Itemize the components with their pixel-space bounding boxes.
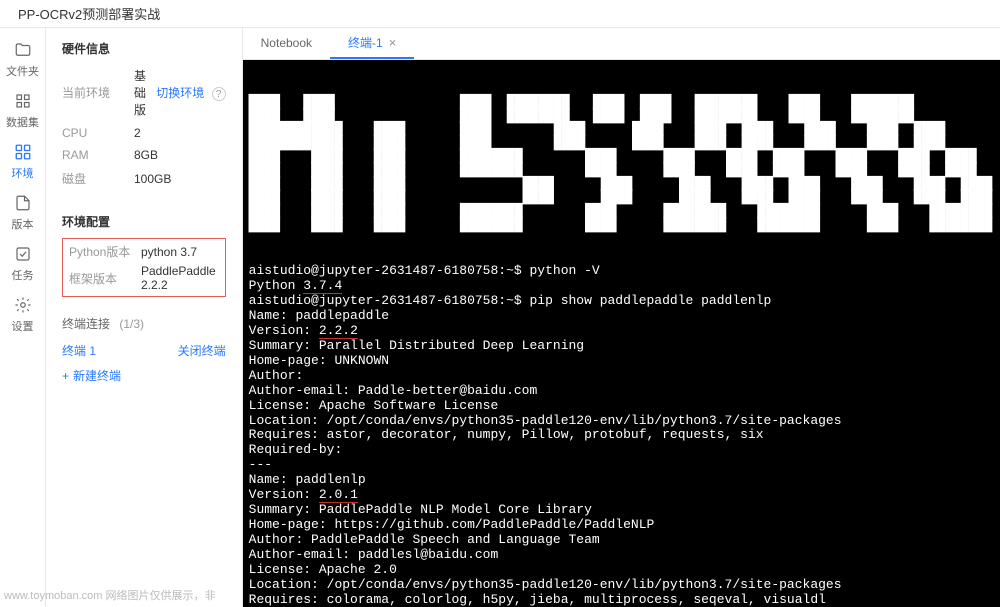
page-title-text: PP-OCRv2预测部署实战 bbox=[18, 4, 160, 23]
sidebar-item-settings[interactable]: 设置 bbox=[0, 289, 46, 340]
page-title: PP-OCRv2预测部署实战 bbox=[0, 0, 1000, 28]
python-value: python 3.7 bbox=[141, 245, 219, 259]
switch-env-link[interactable]: 切换环境 ? bbox=[156, 84, 225, 102]
disk-value: 100GB bbox=[134, 172, 226, 186]
sidebar-label: 数据集 bbox=[6, 114, 39, 130]
termconn-title-text: 终端连接 bbox=[62, 317, 110, 331]
current-env-value: 基础版 bbox=[134, 67, 156, 118]
terminal-1-link[interactable]: 终端 1 bbox=[62, 342, 96, 359]
gear-icon bbox=[13, 295, 33, 315]
termconn-title: 终端连接 (1/3) bbox=[62, 315, 144, 332]
framework-value: PaddlePaddle 2.2.2 bbox=[141, 264, 219, 292]
sidebar-item-files[interactable]: 文件夹 bbox=[0, 34, 46, 85]
terminal-banner: ████ ████ ████ ████████ ████ ████ ██████… bbox=[243, 90, 1000, 232]
content: Notebook 终端-1 × ████ ████ ████ ████████ … bbox=[243, 28, 1000, 607]
sidebar-item-env[interactable]: 环境 bbox=[0, 136, 46, 187]
terminal-output: aistudio@jupyter-2631487-6180758:~$ pyth… bbox=[243, 262, 1000, 607]
plus-icon: + bbox=[62, 369, 69, 383]
terminal-line: Name: paddlenlp bbox=[249, 473, 1000, 488]
current-env-label: 当前环境 bbox=[62, 84, 134, 101]
tab-terminal-label: 终端-1 bbox=[348, 34, 383, 51]
terminal-line: Author-email: paddlesl@baidu.com bbox=[249, 548, 1000, 563]
help-icon[interactable]: ? bbox=[212, 87, 226, 101]
sidebar-label: 任务 bbox=[12, 267, 34, 283]
env-box: Python版本python 3.7 框架版本PaddlePaddle 2.2.… bbox=[62, 238, 226, 297]
terminal-line: Location: /opt/conda/envs/python35-paddl… bbox=[249, 578, 1000, 593]
sidebar-item-tasks[interactable]: 任务 bbox=[0, 238, 46, 289]
switch-env-text: 切换环境 bbox=[156, 86, 204, 100]
tab-notebook-label: Notebook bbox=[261, 36, 312, 50]
terminal[interactable]: ████ ████ ████ ████████ ████ ████ ██████… bbox=[243, 60, 1000, 607]
python-label: Python版本 bbox=[69, 243, 141, 260]
close-terminal-link[interactable]: 关闭终端 bbox=[178, 342, 226, 359]
terminal-line: Author: PaddlePaddle Speech and Language… bbox=[249, 533, 1000, 548]
sidebar-item-dataset[interactable]: 数据集 bbox=[0, 85, 46, 136]
sidebar-label: 版本 bbox=[12, 216, 34, 232]
terminal-line: Author: bbox=[249, 369, 1000, 384]
check-icon bbox=[13, 244, 33, 264]
termconn-count: (1/3) bbox=[119, 317, 144, 331]
apps-icon bbox=[13, 142, 33, 162]
terminal-line: aistudio@jupyter-2631487-6180758:~$ pyth… bbox=[249, 264, 1000, 279]
dataset-icon bbox=[13, 91, 33, 111]
disk-label: 磁盘 bbox=[62, 170, 134, 187]
terminal-line: Version: 2.0.1 bbox=[249, 488, 1000, 503]
close-icon[interactable]: × bbox=[389, 35, 397, 50]
terminal-line: Python 3.7.4 bbox=[249, 279, 1000, 294]
terminal-line: License: Apache Software License bbox=[249, 399, 1000, 414]
tab-terminal-1[interactable]: 终端-1 × bbox=[330, 28, 414, 59]
framework-label: 框架版本 bbox=[69, 270, 141, 287]
terminal-line: Home-page: https://github.com/PaddlePadd… bbox=[249, 518, 1000, 533]
new-terminal-text: 新建终端 bbox=[73, 367, 121, 384]
terminal-line: Version: 2.2.2 bbox=[249, 324, 1000, 339]
terminal-line: License: Apache 2.0 bbox=[249, 563, 1000, 578]
envconf-title: 环境配置 bbox=[62, 213, 226, 230]
watermark: www.toymoban.com 网络图片仅供展示，非 bbox=[4, 587, 215, 603]
file-icon bbox=[13, 193, 33, 213]
terminal-line: Location: /opt/conda/envs/python35-paddl… bbox=[249, 414, 1000, 429]
terminal-line: Summary: Parallel Distributed Deep Learn… bbox=[249, 339, 1000, 354]
sidebar-item-version[interactable]: 版本 bbox=[0, 187, 46, 238]
cpu-value: 2 bbox=[134, 126, 226, 140]
terminal-line: Summary: PaddlePaddle NLP Model Core Lib… bbox=[249, 503, 1000, 518]
terminal-line: aistudio@jupyter-2631487-6180758:~$ pip … bbox=[249, 294, 1000, 309]
terminal-line: --- bbox=[249, 458, 1000, 473]
folder-icon bbox=[13, 40, 33, 60]
cpu-label: CPU bbox=[62, 126, 134, 140]
terminal-line: Author-email: Paddle-better@baidu.com bbox=[249, 384, 1000, 399]
sidebar-label: 环境 bbox=[12, 165, 34, 181]
terminal-line: Requires: colorama, colorlog, h5py, jieb… bbox=[249, 593, 1000, 607]
terminal-line: Name: paddlepaddle bbox=[249, 309, 1000, 324]
tabs: Notebook 终端-1 × bbox=[243, 28, 1000, 60]
terminal-line: Required-by: bbox=[249, 443, 1000, 458]
ram-label: RAM bbox=[62, 148, 134, 162]
info-panel: 硬件信息 当前环境 基础版 切换环境 ? CPU2 RAM8GB 磁盘100GB… bbox=[46, 28, 243, 607]
ram-value: 8GB bbox=[134, 148, 226, 162]
tab-notebook[interactable]: Notebook bbox=[243, 28, 330, 59]
sidebar-label: 设置 bbox=[12, 318, 34, 334]
hardware-title: 硬件信息 bbox=[62, 40, 226, 57]
sidebar-label: 文件夹 bbox=[6, 63, 39, 79]
terminal-line: Requires: astor, decorator, numpy, Pillo… bbox=[249, 428, 1000, 443]
terminal-line: Home-page: UNKNOWN bbox=[249, 354, 1000, 369]
new-terminal-button[interactable]: + 新建终端 bbox=[62, 367, 226, 384]
sidebar: 文件夹 数据集 环境 版本 任务 bbox=[0, 28, 46, 607]
